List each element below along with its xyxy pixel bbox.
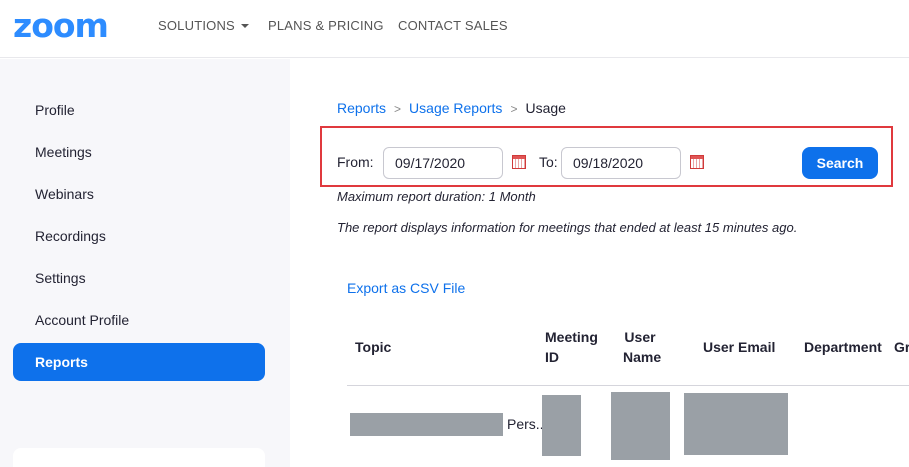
chevron-down-icon — [240, 24, 249, 28]
zoom-logo[interactable]: zoom — [13, 8, 109, 44]
table-divider — [347, 385, 909, 386]
breadcrumb-usage: Usage — [525, 100, 566, 116]
redacted-meeting-id — [542, 395, 581, 456]
sidebar-item-webinars[interactable]: Webinars — [13, 175, 265, 213]
column-header-meeting-id-line1: Meeting — [545, 329, 598, 345]
column-header-meeting-id-line2: ID — [545, 349, 559, 365]
search-button[interactable]: Search — [802, 147, 878, 179]
column-header-user-email: User Email — [703, 339, 776, 355]
calendar-icon[interactable] — [690, 155, 704, 169]
to-label: To: — [539, 154, 558, 170]
column-header-topic: Topic — [355, 339, 392, 355]
redacted-user-email — [684, 393, 788, 455]
from-label: From: — [337, 154, 374, 170]
report-info-note: The report displays information for meet… — [337, 220, 798, 235]
calendar-icon[interactable] — [512, 155, 526, 169]
breadcrumb-reports[interactable]: Reports — [337, 100, 386, 116]
sidebar: Profile Meetings Webinars Recordings Set… — [0, 59, 290, 467]
to-date-input[interactable] — [561, 147, 681, 179]
nav-solutions[interactable]: SOLUTIONS — [158, 18, 249, 33]
sidebar-item-account-profile[interactable]: Account Profile — [13, 301, 265, 339]
nav-solutions-label: SOLUTIONS — [158, 18, 235, 33]
nav-contact-sales[interactable]: CONTACT SALES — [398, 18, 508, 33]
max-duration-note: Maximum report duration: 1 Month — [337, 189, 536, 204]
breadcrumb-separator: > — [394, 102, 402, 116]
redacted-topic — [350, 413, 503, 436]
sidebar-card — [13, 448, 265, 467]
sidebar-item-settings[interactable]: Settings — [13, 259, 265, 297]
nav-plans-pricing[interactable]: PLANS & PRICING — [268, 18, 384, 33]
sidebar-item-reports[interactable]: Reports — [13, 343, 265, 381]
column-header-user-name: User Name — [623, 327, 662, 367]
redacted-user-name — [611, 392, 670, 460]
from-date-input[interactable] — [383, 147, 503, 179]
column-header-user-name-line2: Name — [623, 349, 662, 365]
sidebar-item-recordings[interactable]: Recordings — [13, 217, 265, 255]
breadcrumb-separator: > — [510, 102, 518, 116]
column-header-user-name-line1: User — [624, 329, 656, 345]
sidebar-item-meetings[interactable]: Meetings — [13, 133, 265, 171]
breadcrumb: Reports > Usage Reports > Usage — [337, 100, 566, 116]
sidebar-item-profile[interactable]: Profile — [13, 91, 265, 129]
breadcrumb-usage-reports[interactable]: Usage Reports — [409, 100, 502, 116]
export-csv-link[interactable]: Export as CSV File — [347, 280, 465, 296]
column-header-group: Gr — [894, 339, 909, 355]
column-header-department: Department — [804, 339, 882, 355]
column-header-meeting-id: Meeting ID — [545, 327, 598, 367]
top-navigation-bar: zoom SOLUTIONS PLANS & PRICING CONTACT S… — [0, 0, 909, 58]
